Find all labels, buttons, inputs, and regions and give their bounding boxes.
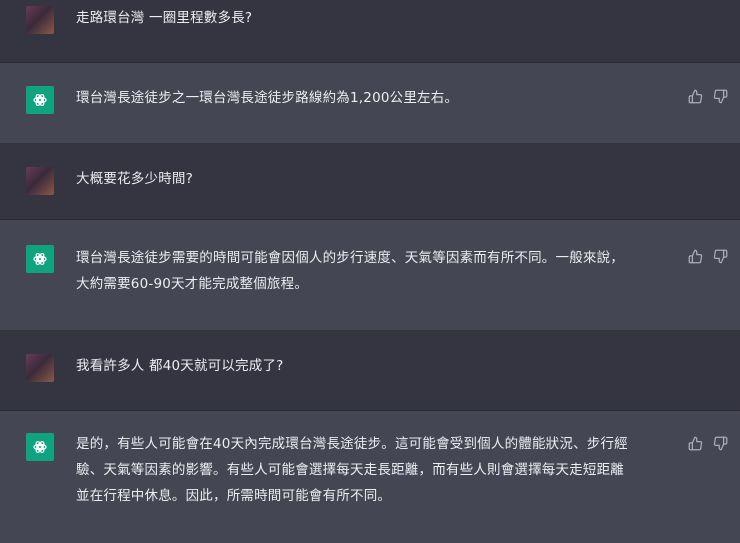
chat-thread: 走路環台灣 一圈里程數多長? 環台灣長途徒步之一環台灣長途徒步路線約為1,200… — [0, 0, 740, 543]
message-text: 我看許多人 都40天就可以完成了? — [76, 358, 284, 374]
user-message: 大概要花多少時間? — [0, 144, 740, 220]
thumbs-down-icon[interactable] — [713, 436, 728, 451]
openai-logo-icon — [26, 433, 54, 461]
thumbs-down-icon[interactable] — [713, 89, 728, 104]
thumbs-up-icon[interactable] — [688, 89, 703, 104]
message-text: 大概要花多少時間? — [76, 171, 193, 187]
user-message: 走路環台灣 一圈里程數多長? — [0, 0, 740, 63]
message-text: 走路環台灣 一圈里程數多長? — [76, 10, 253, 26]
feedback-actions — [688, 436, 728, 451]
message-text: 環台灣長途徒步之一環台灣長途徒步路線約為1,200公里左右。 — [76, 90, 459, 106]
message-text: 是的，有些人可能會在40天內完成環台灣長途徒步。這可能會受到個人的體能狀況、步行… — [76, 436, 628, 504]
user-avatar — [26, 354, 54, 382]
assistant-message: 環台灣長途徒步需要的時間可能會因個人的步行速度、天氣等因素而有所不同。一般來說，… — [0, 220, 740, 331]
user-avatar — [26, 167, 54, 195]
assistant-message: 環台灣長途徒步之一環台灣長途徒步路線約為1,200公里左右。 — [0, 63, 740, 144]
openai-logo-icon — [26, 245, 54, 273]
feedback-actions — [688, 249, 728, 264]
thumbs-up-icon[interactable] — [688, 436, 703, 451]
thumbs-up-icon[interactable] — [688, 249, 703, 264]
user-avatar — [26, 6, 54, 34]
assistant-message: 是的，有些人可能會在40天內完成環台灣長途徒步。這可能會受到個人的體能狀況、步行… — [0, 411, 740, 543]
user-message: 我看許多人 都40天就可以完成了? — [0, 331, 740, 411]
openai-logo-icon — [26, 86, 54, 114]
feedback-actions — [688, 89, 728, 104]
thumbs-down-icon[interactable] — [713, 249, 728, 264]
message-text: 環台灣長途徒步需要的時間可能會因個人的步行速度、天氣等因素而有所不同。一般來說，… — [76, 250, 624, 292]
